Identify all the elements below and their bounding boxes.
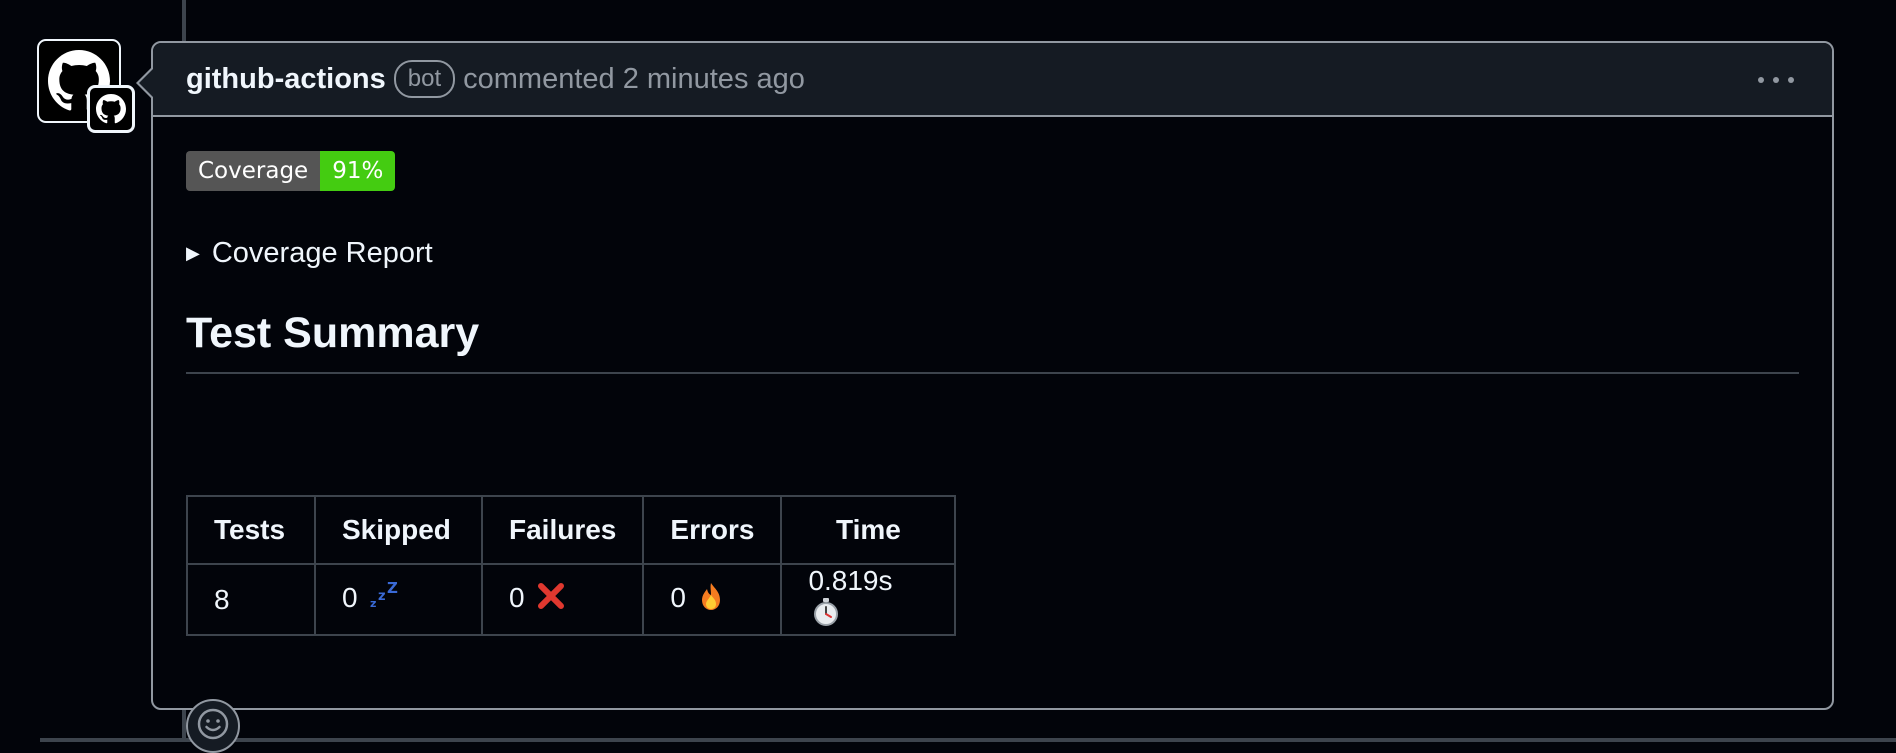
github-app-badge-icon (87, 85, 135, 133)
cell-tests: 8 (186, 563, 316, 636)
comment-caret-fill (139, 69, 153, 97)
svg-text:z: z (370, 597, 376, 610)
column-header-errors: Errors (642, 495, 783, 565)
column-header-skipped: Skipped (314, 495, 483, 565)
comment-box: github-actions bot commented 2 minutes a… (136, 41, 1834, 753)
fire-icon (698, 581, 724, 618)
cell-skipped: 0 z z Z (314, 563, 483, 636)
stopwatch-icon (812, 597, 840, 634)
comment-header: github-actions bot commented 2 minutes a… (153, 43, 1832, 117)
zzz-sleep-icon: z z Z (369, 579, 399, 618)
bot-badge: bot (393, 60, 456, 98)
more-options-button[interactable] (1758, 65, 1794, 93)
cell-time: 0.819s (780, 563, 957, 636)
tests-value: 8 (214, 583, 230, 615)
kebab-dot-icon (1788, 77, 1794, 83)
test-summary-table: Tests Skipped Failures Errors Time 8 0 z… (186, 495, 957, 636)
cell-errors: 0 (642, 563, 783, 636)
column-header-tests: Tests (186, 495, 316, 565)
author-avatar[interactable] (37, 39, 135, 133)
author-name[interactable]: github-actions (186, 63, 386, 96)
cell-failures: 0 (480, 563, 645, 636)
column-header-time: Time (780, 495, 957, 565)
coverage-badge-value: 91% (320, 151, 396, 191)
comment-timestamp[interactable]: commented 2 minutes ago (463, 63, 805, 96)
kebab-dot-icon (1758, 77, 1764, 83)
table-header-row: Tests Skipped Failures Errors Time (186, 495, 957, 565)
kebab-dot-icon (1773, 77, 1779, 83)
time-value: 0.819s (808, 565, 893, 596)
disclosure-triangle-icon: ▶ (186, 243, 200, 263)
test-summary-heading: Test Summary (186, 309, 1799, 374)
errors-value: 0 (670, 581, 686, 613)
smiley-icon (196, 707, 230, 746)
coverage-badge: Coverage 91% (186, 151, 396, 191)
add-reaction-button[interactable] (186, 699, 240, 753)
skipped-value: 0 (342, 581, 358, 613)
details-summary-label: Coverage Report (211, 237, 433, 269)
coverage-report-details[interactable]: ▶ Coverage Report (186, 237, 433, 270)
svg-text:Z: Z (387, 581, 398, 597)
red-x-icon (536, 581, 566, 618)
table-row: 8 0 z z Z 0 0 0.819s (186, 563, 957, 636)
column-header-failures: Failures (480, 495, 645, 565)
failures-value: 0 (509, 581, 525, 613)
svg-text:z: z (378, 589, 386, 604)
timeline-divider (40, 738, 1896, 742)
coverage-badge-label: Coverage (186, 151, 321, 191)
